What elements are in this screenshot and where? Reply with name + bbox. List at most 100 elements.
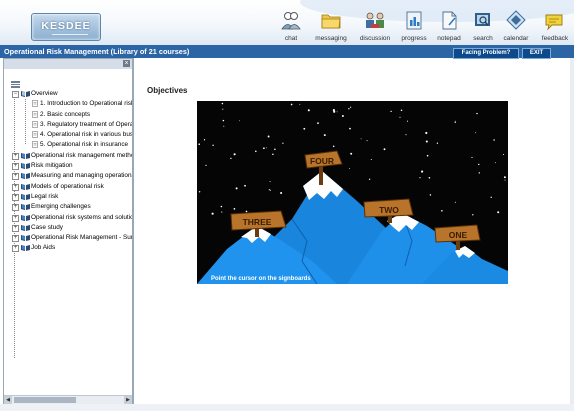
chat-button[interactable]: chat [276, 8, 306, 46]
star [348, 108, 350, 110]
tree-subitem-4[interactable]: 4. Operational risk in various businesse… [12, 130, 132, 140]
star [405, 134, 407, 136]
star [221, 102, 224, 105]
star [270, 189, 272, 191]
tree-subitem-1[interactable]: 1. Introduction to Operational risk [12, 99, 132, 109]
signboard-one-text: ONE [449, 230, 468, 240]
star [230, 157, 232, 160]
signboard-two-text: TWO [379, 205, 399, 215]
bottom-border [0, 404, 574, 411]
tree-item-systems-solutions[interactable]: + Operational risk systems and solutions [12, 213, 132, 223]
search-icon [475, 13, 490, 26]
star [290, 103, 293, 106]
star [245, 210, 248, 213]
expand-icon[interactable]: + [12, 152, 19, 160]
star [471, 156, 473, 159]
star [269, 181, 271, 183]
tree-subitem-label: 2. Basic concepts [40, 110, 91, 118]
expand-icon[interactable]: + [12, 204, 19, 212]
star [268, 189, 271, 191]
messaging-button[interactable]: messaging [312, 8, 350, 46]
tree-item-label: Job Aids [31, 244, 56, 252]
star [454, 201, 456, 203]
star [239, 120, 240, 122]
book-icon [21, 224, 30, 231]
expand-icon[interactable]: + [12, 193, 19, 201]
star [233, 153, 236, 156]
star [370, 158, 372, 161]
scrollbar-thumb[interactable] [14, 397, 76, 403]
star [282, 142, 284, 144]
expand-icon[interactable]: + [12, 224, 19, 232]
tree-item-label: Measuring and managing operational risk [31, 172, 132, 180]
course-tree-panel: × − Overview 1. Introduction to Operatio… [3, 58, 133, 406]
star [233, 208, 236, 210]
star [490, 196, 492, 198]
expand-icon[interactable]: + [12, 183, 19, 191]
discussion-button[interactable]: discussion [355, 8, 395, 46]
tree-item-models[interactable]: + Models of operational risk [12, 182, 132, 192]
tree-item-label: Emerging challenges [31, 203, 91, 211]
expand-icon[interactable]: + [12, 235, 19, 243]
star [429, 194, 432, 196]
star [235, 187, 238, 190]
tree-subitem-3[interactable]: 3. Regulatory treatment of Operational r… [12, 120, 132, 130]
signboard-four-text: FOUR [310, 156, 334, 166]
calendar-label: calendar [503, 35, 529, 42]
star [366, 140, 368, 142]
expand-icon[interactable]: + [12, 173, 19, 181]
book-icon [21, 235, 30, 242]
tree-subitem-label: 3. Regulatory treatment of Operational r… [40, 120, 132, 128]
expand-icon[interactable]: + [12, 214, 19, 222]
star [478, 172, 480, 174]
tree-subitem-2[interactable]: 2. Basic concepts [12, 110, 132, 120]
notepad-button[interactable]: notepad [434, 8, 464, 46]
top-header: KESDEE chat messaging discussion progres… [0, 0, 574, 45]
star [212, 144, 214, 147]
star [198, 143, 201, 146]
feedback-button[interactable]: feedback [538, 8, 572, 46]
star [497, 211, 500, 214]
star [272, 153, 274, 155]
scroll-right-icon[interactable]: ▶ [124, 396, 132, 404]
star [494, 162, 496, 164]
book-icon [21, 173, 30, 180]
collapse-icon[interactable]: − [12, 91, 19, 98]
star [419, 177, 421, 179]
tree-item-emerging-challenges[interactable]: + Emerging challenges [12, 202, 132, 212]
expand-icon[interactable]: + [12, 163, 19, 171]
tree-item-legal-risk[interactable]: + Legal risk [12, 192, 132, 202]
star [267, 135, 270, 138]
tree-item-measuring[interactable]: + Measuring and managing operational ris… [12, 171, 132, 181]
tree-item-summary[interactable]: + Operational Risk Management - Summary [12, 233, 132, 243]
tree-item-risk-mitigation[interactable]: + Risk mitigation [12, 161, 132, 171]
expand-icon[interactable]: + [12, 245, 19, 253]
search-button[interactable]: search [468, 8, 498, 46]
tree-item-case-study[interactable]: + Case study [12, 223, 132, 233]
tree-subitem-label: 4. Operational risk in various businesse… [40, 131, 132, 139]
progress-icon [406, 11, 422, 30]
tree-item-label: Case study [31, 223, 63, 231]
star [341, 115, 344, 117]
star [307, 109, 310, 112]
calendar-button[interactable]: calendar [500, 8, 532, 46]
tree-item-overview[interactable]: − Overview [12, 89, 132, 99]
close-panel-button[interactable]: × [123, 60, 130, 67]
tree-item-operational-risk-management-methods[interactable]: + Operational risk management methods [12, 151, 132, 161]
scroll-left-icon[interactable]: ◀ [4, 396, 12, 404]
star [303, 127, 306, 130]
star [502, 153, 505, 156]
page-icon [32, 121, 38, 128]
progress-button[interactable]: progress [397, 8, 431, 46]
page-icon [32, 110, 38, 118]
star [476, 112, 478, 115]
signboard-three-text: THREE [243, 217, 272, 227]
star [205, 164, 207, 166]
exit-button[interactable]: EXIT [522, 48, 551, 59]
star [493, 139, 495, 141]
tree-subitem-5[interactable]: 5. Operational risk in insurance [12, 140, 132, 150]
star [220, 205, 223, 208]
star [454, 120, 456, 122]
tree-item-job-aids[interactable]: + Job Aids [12, 243, 132, 253]
facing-problem-button[interactable]: Facing Problem? [453, 48, 519, 59]
